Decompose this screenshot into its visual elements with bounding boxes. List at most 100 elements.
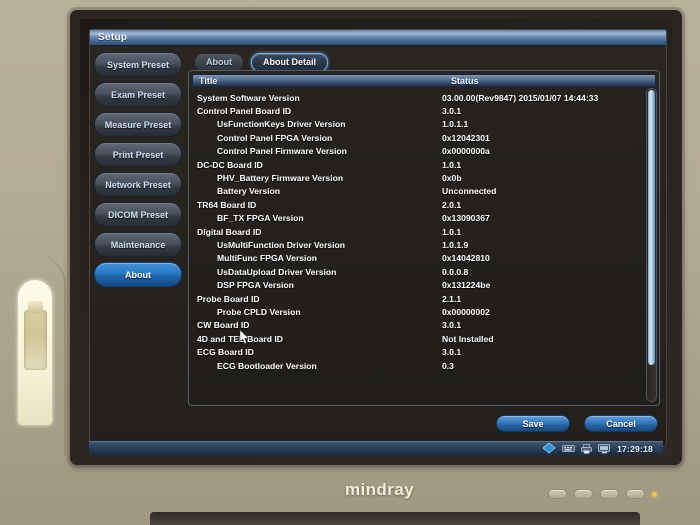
detail-table: Title Status System Software Version 03.0… (188, 70, 660, 406)
window-title: Setup (98, 32, 128, 43)
brand-logo: mindray (345, 480, 414, 499)
table-row[interactable]: UsDataUpload Driver Version 0.0.0.8 (192, 265, 643, 278)
control-panel-buttons (548, 489, 657, 499)
sidebar-item-network-preset[interactable]: Network Preset (94, 172, 182, 197)
table-row[interactable]: UsMultiFunction Driver Version 1.0.1.9 (192, 238, 643, 251)
sidebar: System Preset Exam Preset Measure Preset Pr… (90, 46, 186, 446)
table-row[interactable]: BF_TX FPGA Version 0x13090367 (192, 212, 643, 225)
content-panel: About About Detail Title Status System So… (186, 46, 666, 446)
panel-key-1[interactable] (548, 489, 567, 499)
column-header-title: Title (199, 75, 218, 86)
cell-status: 0x12042301 (442, 132, 490, 143)
cell-title: Battery Version (217, 186, 281, 197)
cell-status: 3.0.1 (442, 320, 462, 331)
cell-title: PHV_Battery Firmware Version (217, 173, 344, 184)
table-row[interactable]: MultiFunc FPGA Version 0x14042810 (192, 252, 643, 265)
sidebar-item-dicom-preset[interactable]: DICOM Preset (94, 202, 182, 227)
monitor-frame: Setup System Preset Exam Preset Measure Pr… (70, 10, 682, 465)
cell-title: Control Panel Firmware Version (217, 146, 347, 157)
sidebar-item-exam-preset[interactable]: Exam Preset (94, 82, 182, 107)
panel-key-2[interactable] (574, 489, 593, 499)
cell-status: 0x14042810 (442, 253, 490, 264)
probe-holder (24, 301, 47, 370)
printer-icon[interactable] (581, 443, 592, 454)
cell-title: UsMultiFunction Driver Version (217, 239, 345, 250)
panel-key-4[interactable] (626, 489, 645, 499)
cell-status: 03.00.00(Rev9847) 2015/01/07 14:44:33 (442, 92, 599, 103)
cell-title: UsDataUpload Driver Version (217, 266, 337, 277)
table-row[interactable]: Battery Version Unconnected (192, 185, 643, 198)
cell-status: 1.0.1.1 (442, 119, 469, 130)
sidebar-item-measure-preset[interactable]: Measure Preset (94, 112, 182, 137)
sidebar-item-about[interactable]: About (94, 262, 182, 287)
cell-title: Probe Board ID (197, 293, 260, 304)
cell-status: 3.0.1 (442, 347, 462, 358)
cell-status: 1.0.1 (442, 159, 462, 170)
monitor-icon[interactable] (598, 443, 611, 454)
cell-status: 0x13090367 (442, 213, 490, 224)
cell-status: 0.0.0.8 (442, 266, 469, 277)
table-row[interactable]: Probe Board ID 2.1.1 (192, 292, 643, 305)
table-row[interactable]: Control Panel Board ID 3.0.1 (192, 104, 643, 117)
cell-title: CW Board ID (197, 320, 250, 331)
cell-title: TR64 Board ID (197, 199, 257, 210)
status-bar-time: 17:29:18 (617, 443, 653, 454)
table-row[interactable]: System Software Version 03.00.00(Rev9847)… (192, 91, 643, 104)
cell-status: 2.1.1 (442, 293, 462, 304)
cell-status: 0x0000000a (442, 146, 490, 157)
table-row[interactable]: PHV_Battery Firmware Version 0x0b (192, 171, 643, 184)
cell-status: 0x00000002 (442, 306, 490, 317)
table-row[interactable]: ECG Bootloader Version 0.3 (192, 359, 643, 372)
sidebar-item-print-preset[interactable]: Print Preset (94, 142, 182, 167)
cell-status: 1.0.1.9 (442, 239, 469, 250)
pointer-icon[interactable] (543, 443, 556, 454)
table-row[interactable]: TR64 Board ID 2.0.1 (192, 198, 643, 211)
cell-title: Probe CPLD Version (217, 306, 301, 317)
table-row[interactable]: Digital Board ID 1.0.1 (192, 225, 643, 238)
sidebar-item-maintenance[interactable]: Maintenance (94, 232, 182, 257)
table-body: System Software Version 03.00.00(Rev9847)… (192, 88, 643, 402)
device-bezel: Setup System Preset Exam Preset Measure Pr… (0, 0, 700, 525)
cell-title: Control Panel FPGA Version (217, 132, 333, 143)
cell-title: ECG Bootloader Version (217, 360, 317, 371)
cell-title: Digital Board ID (197, 226, 262, 237)
table-row[interactable]: DC-DC Board ID 1.0.1 (192, 158, 643, 171)
table-row[interactable]: CW Board ID 3.0.1 (192, 319, 643, 332)
cell-title: 4D and TEE Board ID (197, 333, 283, 344)
column-header-status: Status (451, 75, 479, 86)
cancel-button[interactable]: Cancel (584, 415, 658, 432)
cell-title: BF_TX FPGA Version (217, 213, 304, 224)
table-row[interactable]: Probe CPLD Version 0x00000002 (192, 305, 643, 318)
cell-status: 0x131224be (442, 280, 491, 291)
table-row[interactable]: Control Panel FPGA Version 0x12042301 (192, 131, 643, 144)
table-row[interactable]: UsFunctionKeys Driver Version 1.0.1.1 (192, 118, 643, 131)
table-scrollbar[interactable] (646, 88, 657, 402)
cell-title: MultiFunc FPGA Version (217, 253, 317, 264)
keyboard-icon[interactable] (562, 444, 575, 453)
cell-title: DC-DC Board ID (197, 159, 263, 170)
table-row[interactable]: DSP FPGA Version 0x131224be (192, 278, 643, 291)
cell-status: 0x0b (442, 173, 462, 184)
dialog-body: System Preset Exam Preset Measure Preset Pr… (90, 46, 666, 446)
cell-status: 0.3 (442, 360, 454, 371)
footer-buttons: Save Cancel (496, 415, 658, 432)
screen: Setup System Preset Exam Preset Measure Pr… (80, 19, 672, 457)
cell-title: System Software Version (197, 92, 300, 103)
cell-status: 3.0.1 (442, 106, 462, 117)
table-row[interactable]: Control Panel Firmware Version 0x0000000a (192, 145, 643, 158)
cell-status: Not Installed (442, 333, 494, 344)
status-bar: 17:29:18 (89, 441, 663, 455)
cell-status: Unconnected (442, 186, 497, 197)
dialog-titlebar: Setup (90, 30, 666, 46)
save-button[interactable]: Save (496, 415, 570, 432)
table-header-row: Title Status (192, 74, 656, 87)
cell-status: 2.0.1 (442, 199, 462, 210)
cell-status: 1.0.1 (442, 226, 462, 237)
cell-title: UsFunctionKeys Driver Version (217, 119, 346, 130)
panel-key-3[interactable] (600, 489, 619, 499)
cell-title: Control Panel Board ID (197, 106, 292, 117)
sidebar-item-system-preset[interactable]: System Preset (94, 52, 182, 77)
table-row[interactable]: 4D and TEE Board ID Not Installed (192, 332, 643, 345)
table-row[interactable]: ECG Board ID 3.0.1 (192, 345, 643, 358)
scrollbar-thumb[interactable] (648, 90, 655, 365)
